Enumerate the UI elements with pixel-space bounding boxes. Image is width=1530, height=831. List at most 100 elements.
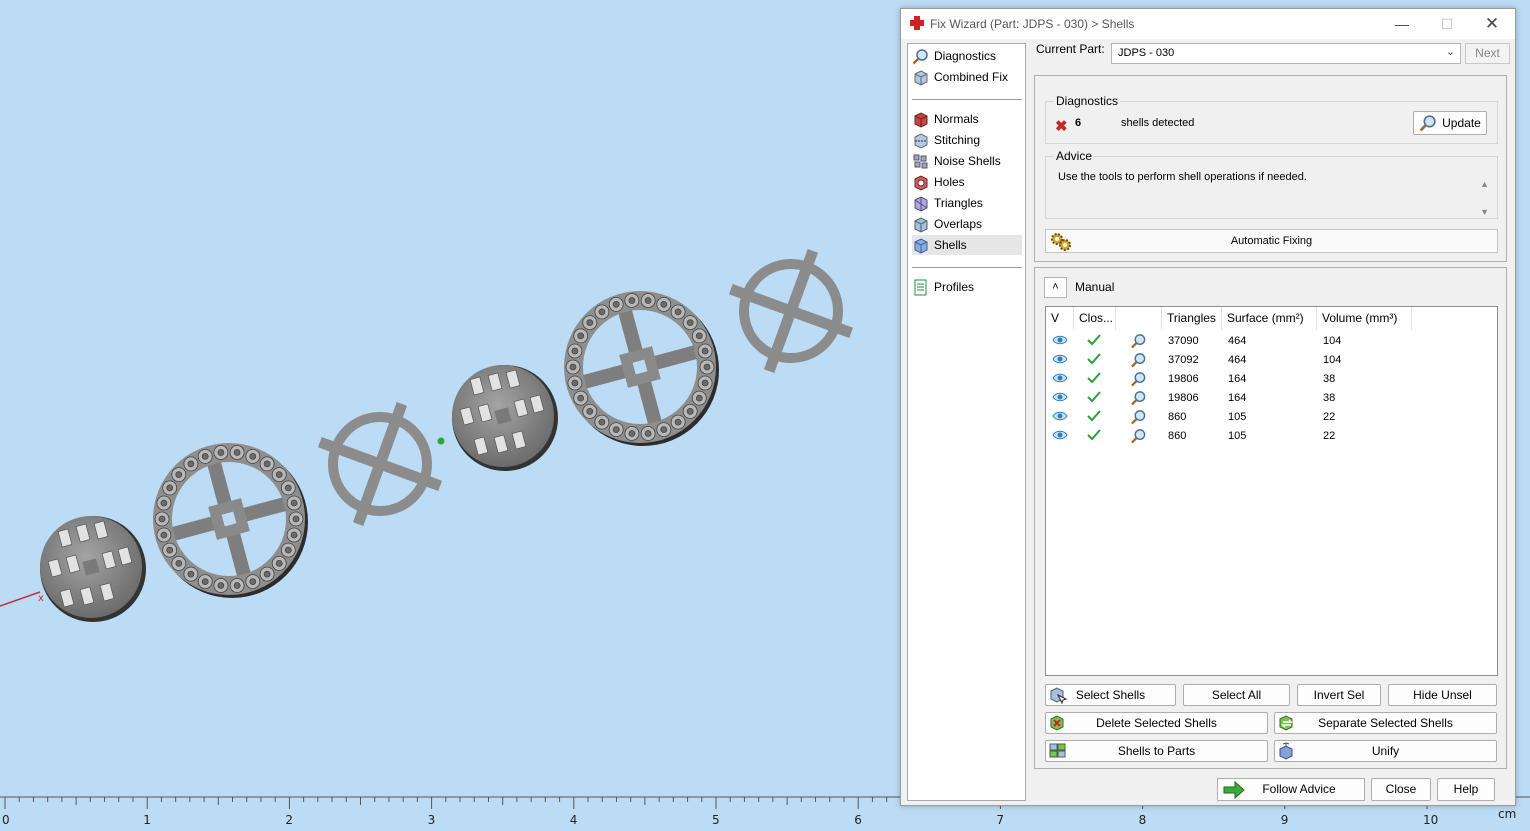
diagnostics-group: Diagnostics ✖ 6 shells detected Update <box>1045 94 1498 144</box>
surface-cell: 464 <box>1228 354 1247 366</box>
bead-center <box>263 570 271 578</box>
table-row[interactable]: 37090 464 104 <box>1046 332 1497 351</box>
nav-item-profiles[interactable]: Profiles <box>912 277 1022 297</box>
close-button[interactable]: Close <box>1371 778 1431 801</box>
table-row[interactable]: 19806 164 38 <box>1046 370 1497 389</box>
help-button[interactable]: Help <box>1437 778 1495 801</box>
next-button[interactable]: Next <box>1465 43 1510 64</box>
bead-center <box>701 347 709 355</box>
nav-item-shells[interactable]: Shells <box>912 235 1022 255</box>
bead-center <box>292 515 300 523</box>
bead-center <box>701 379 709 387</box>
unify-button[interactable]: Unify <box>1274 740 1497 762</box>
diagnostics-title: Diagnostics <box>1054 94 1121 108</box>
scene-parts[interactable]: x <box>0 0 900 793</box>
separate-selected-shells-button[interactable]: Separate Selected Shells <box>1274 712 1497 734</box>
nav-item-normals[interactable]: Normals <box>912 109 1022 129</box>
volume-cell: 22 <box>1323 430 1336 442</box>
current-part-label: Current Part: <box>1036 42 1105 56</box>
bead-center <box>160 499 168 507</box>
nav-item-stitching[interactable]: Stitching <box>912 130 1022 150</box>
bead-center <box>598 418 606 426</box>
collapse-button[interactable]: ˄ <box>1044 277 1067 298</box>
shells-icon <box>914 237 928 254</box>
surface-cell: 164 <box>1228 373 1247 385</box>
update-button[interactable]: Update <box>1413 111 1487 135</box>
triangles-cell: 19806 <box>1168 392 1199 404</box>
delete-selected-shells-button[interactable]: Delete Selected Shells <box>1045 712 1268 734</box>
volume-cell: 38 <box>1323 392 1336 404</box>
bead-center <box>674 308 682 316</box>
advice-scrollbar[interactable]: ▲ ▼ <box>1480 170 1489 226</box>
bead-center <box>628 297 636 304</box>
title-bar[interactable]: Fix Wizard (Part: JDPS - 030) > Shells —… <box>901 9 1515 39</box>
error-x-icon: ✖ <box>1055 118 1068 135</box>
table-row[interactable]: 860 105 22 <box>1046 408 1497 427</box>
fix-wizard-dialog: Fix Wizard (Part: JDPS - 030) > Shells —… <box>900 8 1516 806</box>
table-row[interactable]: 37092 464 104 <box>1046 351 1497 370</box>
follow-advice-button[interactable]: Follow Advice <box>1217 778 1365 801</box>
bead-center <box>187 570 195 578</box>
nav-divider <box>912 267 1022 268</box>
automatic-fixing-button[interactable]: Automatic Fixing <box>1045 229 1498 253</box>
column-header-volume[interactable]: Volume (mm³) <box>1317 307 1412 330</box>
axis-line <box>0 591 41 607</box>
nav-item-holes[interactable]: Holes <box>912 172 1022 192</box>
nav-item-label: Shells <box>934 238 967 252</box>
bead-center <box>249 578 257 585</box>
shells-to-parts-button[interactable]: Shells to Parts <box>1045 740 1268 762</box>
bead-center <box>695 394 703 402</box>
close-window-button[interactable]: ✕ <box>1477 13 1507 35</box>
volume-cell: 22 <box>1323 411 1336 423</box>
select-shells-button[interactable]: Select Shells <box>1045 684 1176 706</box>
column-header-zoom[interactable] <box>1116 307 1162 330</box>
current-part-select[interactable]: JDPS - 030 ⌄ <box>1111 43 1461 64</box>
part-wheel-cross-2 <box>728 248 854 374</box>
bead-center <box>660 426 668 434</box>
nav-item-label: Holes <box>934 175 965 189</box>
separate-shells-icon <box>1279 715 1293 731</box>
noise-shells-icon <box>913 154 928 168</box>
app-cross-icon <box>910 16 924 30</box>
nav-item-diagnostics[interactable]: Diagnostics <box>912 46 1022 66</box>
eye-icon[interactable] <box>1052 428 1068 449</box>
table-row[interactable]: 860 105 22 <box>1046 427 1497 446</box>
pivot-point <box>437 437 445 445</box>
minimize-button[interactable]: — <box>1387 13 1417 35</box>
bead-center <box>571 347 579 355</box>
zoom-icon[interactable] <box>1130 428 1147 451</box>
bead-center <box>571 379 579 387</box>
maximize-button[interactable]: ☐ <box>1432 13 1462 35</box>
select-all-button[interactable]: Select All <box>1183 684 1290 706</box>
shells-table[interactable]: V Clos... Triangles Surface (mm²) Volume… <box>1045 306 1498 676</box>
normals-icon <box>914 111 928 128</box>
nav-item-combined-fix[interactable]: Combined Fix <box>912 67 1022 87</box>
nav-item-overlaps[interactable]: Overlaps <box>912 214 1022 234</box>
window-title: Fix Wizard (Part: JDPS - 030) > Shells <box>930 17 1135 31</box>
triangles-cell: 19806 <box>1168 373 1199 385</box>
hide-unselected-button[interactable]: Hide Unsel <box>1388 684 1497 706</box>
update-label: Update <box>1442 116 1481 130</box>
ruler-label: 6 <box>854 813 862 827</box>
bead-center <box>158 515 166 523</box>
bead-center <box>612 300 620 308</box>
arrow-right-icon <box>1223 781 1245 799</box>
bead-center <box>201 578 209 585</box>
stitching-icon <box>914 132 928 149</box>
automatic-fixing-label: Automatic Fixing <box>1230 235 1313 247</box>
volume-cell: 104 <box>1323 354 1342 366</box>
column-header-closed[interactable]: Clos... <box>1074 307 1116 330</box>
nav-item-noise-shells[interactable]: Noise Shells <box>912 151 1022 171</box>
column-header-visible[interactable]: V <box>1046 307 1074 330</box>
fix-navigation: Diagnostics Combined Fix Normals Stitchi… <box>907 43 1026 801</box>
bead-center <box>686 319 694 327</box>
shells-to-parts-label: Shells to Parts <box>1117 744 1196 758</box>
nav-item-triangles[interactable]: Triangles <box>912 193 1022 213</box>
column-header-surface[interactable]: Surface (mm²) <box>1222 307 1317 330</box>
nav-item-label: Triangles <box>934 196 983 210</box>
table-row[interactable]: 19806 164 38 <box>1046 389 1497 408</box>
nav-item-label: Normals <box>934 112 979 126</box>
invert-selection-button[interactable]: Invert Sel <box>1297 684 1381 706</box>
ruler-label: 3 <box>427 813 436 827</box>
column-header-triangles[interactable]: Triangles <box>1162 307 1222 330</box>
